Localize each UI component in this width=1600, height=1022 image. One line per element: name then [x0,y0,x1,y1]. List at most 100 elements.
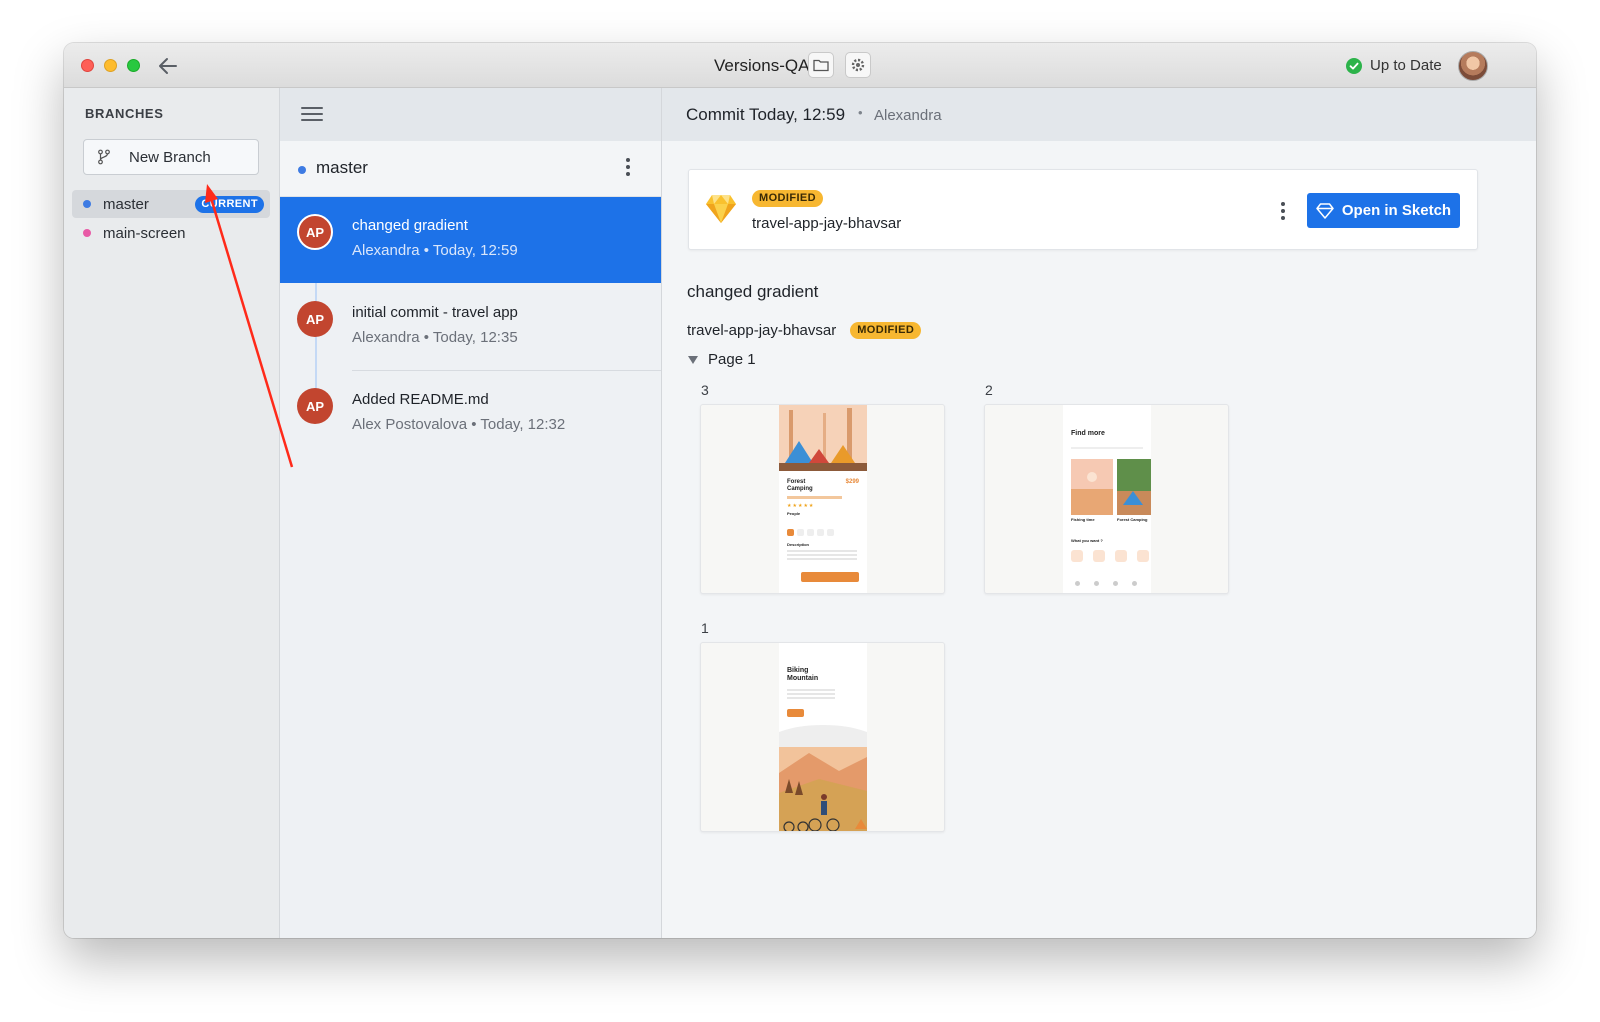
artboard-section: Description [787,542,810,547]
branch-item-master[interactable]: master CURRENT [72,190,270,218]
experience-cards [1071,459,1151,515]
branch-name: main-screen [103,224,186,242]
artboard-thumbnail[interactable]: Find more Fishing time Forest Camping Wh… [984,404,1229,594]
sync-status-label: Up to Date [1370,57,1442,74]
artboard-screen-title: Find more [1071,430,1105,437]
zoom-window-button[interactable] [127,59,140,72]
open-in-sketch-button[interactable]: Open in Sketch [1307,193,1460,228]
modified-badge: MODIFIED [850,322,922,339]
commit-time: Today, 12:32 [480,416,566,433]
category-tabs [1071,447,1143,449]
branch-color-dot [83,229,91,237]
window-title: Versions-QA [714,56,810,75]
commit-list-header [280,88,661,141]
commit-message: changed gradient [687,282,819,301]
artboard-number: 2 [985,382,993,398]
commit-avatar: AP [297,388,333,424]
artboard-thumbnail[interactable]: Forest Camping $299 ★★★★★ People Descrip… [700,404,945,594]
page-disclosure[interactable]: Page 1 [688,351,756,368]
git-branch-icon [98,149,110,165]
open-in-sketch-label: Open in Sketch [1341,202,1452,219]
artboard-preview-biking-mountain: Biking Mountain [779,643,867,831]
location-line [787,496,842,499]
rating-stars: ★★★★★ [787,503,815,509]
commit-detail-author: Alexandra [874,107,942,124]
user-avatar[interactable] [1458,51,1488,81]
settings-button[interactable] [845,52,871,78]
artboard-number: 1 [701,620,709,636]
check-circle-icon [1346,57,1362,74]
commit-meta: Alexandra • Today, 12:35 [352,329,518,346]
modified-badge: MODIFIED [752,190,823,207]
people-selector [787,529,834,536]
changed-file-card: MODIFIED travel-app-jay-bhavsar Open in … [688,169,1478,250]
vertical-dots-icon[interactable] [1281,202,1285,220]
arrow-left-icon[interactable] [156,54,180,78]
file-name: travel-app-jay-bhavsar [752,215,902,232]
commit-author: Alex Postovalova [352,416,468,433]
next-button [787,709,804,717]
commit-detail-title: Commit Today, 12:59 [686,105,846,124]
artboard-screen-title: Biking Mountain [787,667,819,682]
branch-name: master [103,195,149,213]
close-window-button[interactable] [81,59,94,72]
open-folder-button[interactable] [808,52,834,78]
new-branch-button[interactable]: New Branch [83,139,259,175]
activity-icons [1071,550,1149,562]
branches-heading: BRANCHES [85,106,164,121]
commit-list-panel: master AP changed gradient Alexandra • T… [280,88,662,938]
page-name: Page 1 [708,351,756,368]
sketch-diamond-icon [1316,202,1334,219]
triangle-down-icon [688,355,698,364]
artboard-number: 3 [701,382,709,398]
bottom-nav [1075,581,1137,586]
artboard-preview-forest-camping: Forest Camping $299 ★★★★★ People Descrip… [779,405,867,593]
app-window: Versions-QA Up to Date BRANCHES New Bran… [64,43,1536,938]
commit-detail-panel: Commit Today, 12:59 • Alexandra MODIFIED… [662,88,1536,938]
artboard-card-label: Fishing time [1071,517,1095,522]
artboard-thumbnail[interactable]: Biking Mountain [700,642,945,832]
branches-sidebar: BRANCHES New Branch master CURRENT main-… [64,88,280,938]
commit-item-selected[interactable]: AP changed gradient Alexandra • Today, 1… [280,197,661,283]
commit-author: Alexandra [352,329,420,346]
description-lines [787,550,857,552]
commit-avatar: AP [297,214,333,250]
folder-icon [813,59,829,72]
new-branch-label: New Branch [129,148,211,166]
current-branch-bar: master [280,141,661,197]
file-heading-name: travel-app-jay-bhavsar [687,322,837,339]
branch-item-main-screen[interactable]: main-screen [72,219,270,247]
book-button [801,572,859,582]
commit-title: initial commit - travel app [352,304,518,321]
sync-status: Up to Date [1346,57,1442,74]
commit-meta: Alex Postovalova • Today, 12:32 [352,416,566,433]
current-badge: CURRENT [195,196,264,213]
commit-item[interactable]: AP initial commit - travel app Alexandra… [280,284,661,370]
hamburger-icon[interactable] [301,105,323,123]
intro-lines [787,689,835,691]
commit-item[interactable]: AP Added README.md Alex Postovalova • To… [280,371,661,457]
biking-illustration [779,725,867,831]
commit-detail-header: Commit Today, 12:59 • Alexandra [662,88,1536,141]
branch-color-dot [83,200,91,208]
artboard-preview-find-more: Find more Fishing time Forest Camping Wh… [1063,405,1151,593]
vertical-dots-icon[interactable] [626,158,630,176]
commit-avatar: AP [297,301,333,337]
sketch-diamond-icon [706,195,736,223]
title-bar: Versions-QA Up to Date [64,43,1536,88]
artboard-screen-title: Forest Camping [787,479,813,492]
commit-time: Today, 12:59 [432,242,518,259]
header-separator-dot: • [858,105,863,120]
file-heading: travel-app-jay-bhavsar MODIFIED [687,322,922,339]
gear-icon [851,58,865,72]
minimize-window-button[interactable] [104,59,117,72]
commit-author: Alexandra [352,242,420,259]
artboard-section: What you want ? [1071,538,1103,543]
current-branch-name: master [316,158,368,177]
artboard-card-label: Forest Camping [1117,517,1148,522]
artboard-price: $299 [845,479,859,485]
forest-camping-illustration [779,405,867,593]
artboard-section: People [787,511,801,516]
branch-color-dot [298,166,306,174]
commit-meta: Alexandra • Today, 12:59 [352,242,518,259]
